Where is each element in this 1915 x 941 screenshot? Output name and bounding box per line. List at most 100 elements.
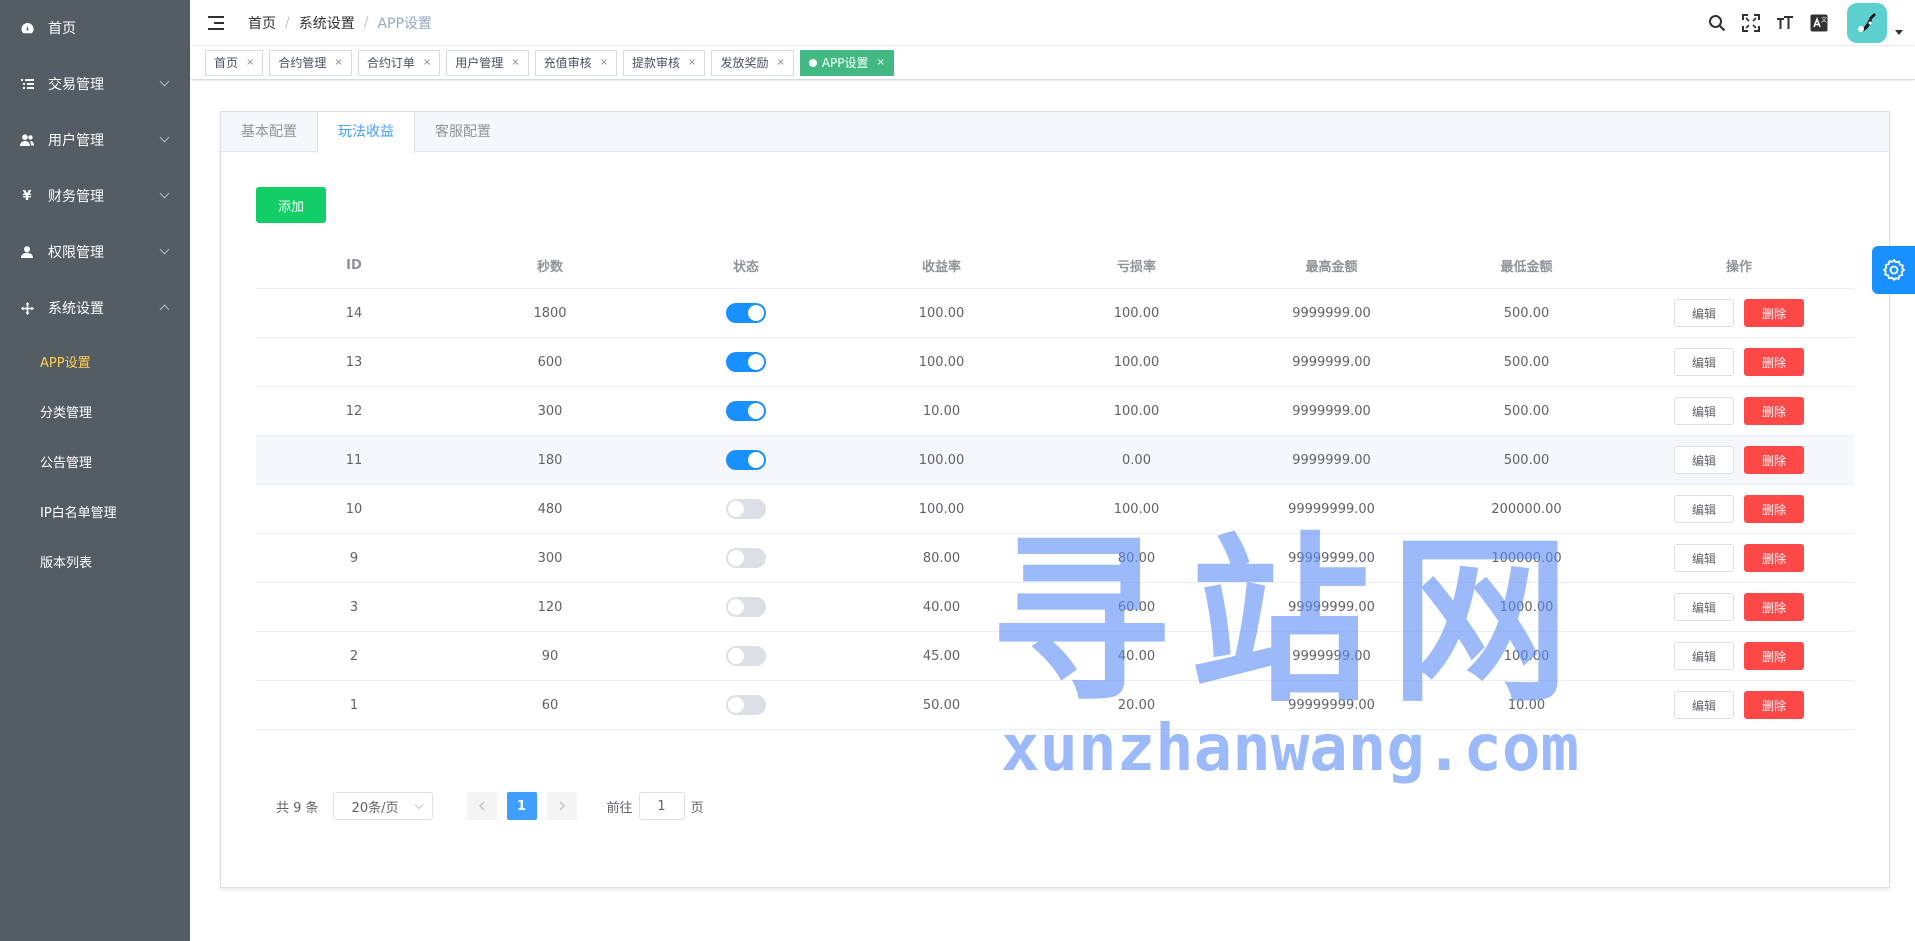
tag-contract-orders[interactable]: 合约订单 × bbox=[357, 49, 441, 76]
search-icon[interactable] bbox=[1707, 13, 1727, 33]
delete-button[interactable]: 删除 bbox=[1744, 495, 1804, 523]
close-icon[interactable]: × bbox=[877, 57, 885, 68]
column-header[interactable]: 操作 bbox=[1624, 256, 1854, 275]
delete-button[interactable]: 删除 bbox=[1744, 593, 1804, 621]
status-switch[interactable] bbox=[726, 499, 766, 519]
close-icon[interactable]: × bbox=[511, 57, 519, 68]
delete-button[interactable]: 删除 bbox=[1744, 446, 1804, 474]
table-body: 14 1800 100.00 100.00 9999999.00 500.00 编辑 删除 13… bbox=[256, 289, 1854, 730]
delete-button[interactable]: 删除 bbox=[1744, 642, 1804, 670]
status-switch[interactable] bbox=[726, 303, 766, 323]
delete-button[interactable]: 删除 bbox=[1744, 348, 1804, 376]
tag-label: 合约订单 bbox=[366, 56, 415, 70]
goto-page-input[interactable] bbox=[638, 792, 685, 820]
sidebar-subitem-app-settings[interactable]: APP设置 bbox=[0, 336, 190, 386]
caret-down-icon[interactable] bbox=[1895, 29, 1903, 35]
tag-contract-manage[interactable]: 合约管理 × bbox=[269, 49, 352, 76]
add-button[interactable]: 添加 bbox=[256, 187, 326, 223]
edit-button[interactable]: 编辑 bbox=[1674, 397, 1734, 425]
status-switch[interactable] bbox=[726, 352, 766, 372]
hamburger-icon[interactable] bbox=[208, 15, 226, 30]
prev-page-button[interactable] bbox=[466, 792, 497, 820]
status-switch[interactable] bbox=[726, 646, 766, 666]
tab-basic-config[interactable]: 基本配置 bbox=[221, 112, 317, 151]
page-size-select[interactable]: 20条/页 bbox=[332, 792, 433, 820]
tag-rewards[interactable]: 发放奖励 × bbox=[711, 49, 794, 76]
sidebar-subitem-category[interactable]: 分类管理 bbox=[0, 386, 190, 436]
column-header[interactable]: 秒数 bbox=[452, 256, 648, 275]
edit-button[interactable]: 编辑 bbox=[1674, 299, 1734, 327]
close-icon[interactable]: × bbox=[246, 57, 254, 68]
column-header[interactable]: 最高金额 bbox=[1234, 256, 1429, 275]
tag-label: 充值审核 bbox=[543, 56, 592, 70]
column-header[interactable]: 收益率 bbox=[844, 256, 1039, 275]
tag-user-manage[interactable]: 用户管理 × bbox=[446, 49, 529, 76]
cell-max-amount: 99999999.00 bbox=[1288, 697, 1375, 713]
sidebar-item-finance[interactable]: ¥ 财务管理 bbox=[0, 168, 190, 224]
cell-seconds: 480 bbox=[537, 501, 563, 517]
edit-button[interactable]: 编辑 bbox=[1674, 495, 1734, 523]
delete-button[interactable]: 删除 bbox=[1744, 691, 1804, 719]
yen-icon: ¥ bbox=[22, 188, 32, 204]
column-header[interactable]: 最低金额 bbox=[1429, 256, 1624, 275]
font-size-icon[interactable] bbox=[1775, 13, 1795, 33]
edit-button[interactable]: 编辑 bbox=[1674, 544, 1734, 572]
sidebar-item-permission[interactable]: 权限管理 bbox=[0, 224, 190, 280]
edit-button[interactable]: 编辑 bbox=[1674, 446, 1734, 474]
breadcrumb-home[interactable]: 首页 bbox=[248, 13, 276, 33]
page-number-current[interactable]: 1 bbox=[506, 792, 537, 820]
fullscreen-icon[interactable] bbox=[1741, 13, 1761, 33]
column-header[interactable]: 亏损率 bbox=[1039, 256, 1234, 275]
status-switch[interactable] bbox=[726, 695, 766, 715]
delete-button[interactable]: 删除 bbox=[1744, 299, 1804, 327]
status-switch[interactable] bbox=[726, 450, 766, 470]
close-icon[interactable]: × bbox=[776, 57, 784, 68]
close-icon[interactable]: × bbox=[688, 57, 696, 68]
status-switch[interactable] bbox=[726, 548, 766, 568]
cell-min-amount: 500.00 bbox=[1503, 305, 1550, 321]
delete-button[interactable]: 删除 bbox=[1744, 397, 1804, 425]
translate-icon[interactable]: 文 bbox=[1809, 13, 1829, 33]
edit-button[interactable]: 编辑 bbox=[1674, 642, 1734, 670]
cell-seconds: 300 bbox=[537, 403, 563, 419]
cell-seconds: 180 bbox=[537, 452, 563, 468]
settings-button[interactable] bbox=[1872, 246, 1915, 294]
delete-button[interactable]: 删除 bbox=[1744, 544, 1804, 572]
chevron-down-icon bbox=[159, 188, 170, 199]
close-icon[interactable]: × bbox=[334, 57, 342, 68]
edit-button[interactable]: 编辑 bbox=[1674, 348, 1734, 376]
avatar[interactable] bbox=[1847, 3, 1887, 43]
tag-app-settings[interactable]: APP设置 × bbox=[799, 49, 894, 76]
sidebar-subitem-notice[interactable]: 公告管理 bbox=[0, 436, 190, 486]
sidebar-subitem-versions[interactable]: 版本列表 bbox=[0, 536, 190, 586]
goto-prefix: 前往 bbox=[606, 800, 633, 816]
close-icon[interactable]: × bbox=[423, 57, 431, 68]
cell-id: 14 bbox=[345, 305, 363, 321]
sidebar-item-home[interactable]: 首页 bbox=[0, 0, 190, 56]
tab-play-profit[interactable]: 玩法收益 bbox=[317, 112, 415, 153]
list-icon bbox=[20, 78, 34, 90]
close-icon[interactable]: × bbox=[600, 57, 608, 68]
edit-button[interactable]: 编辑 bbox=[1674, 691, 1734, 719]
tag-withdraw-review[interactable]: 提款审核 × bbox=[623, 49, 706, 76]
column-header[interactable]: 状态 bbox=[648, 256, 844, 275]
sidebar-subitem-ip-whitelist[interactable]: IP白名单管理 bbox=[0, 486, 190, 536]
switch-knob bbox=[748, 305, 764, 321]
tag-home[interactable]: 首页 × bbox=[205, 49, 264, 76]
switch-knob bbox=[728, 697, 744, 713]
sidebar-item-trade[interactable]: 交易管理 bbox=[0, 56, 190, 112]
sidebar-item-users[interactable]: 用户管理 bbox=[0, 112, 190, 168]
column-header[interactable]: ID bbox=[256, 258, 452, 273]
tag-recharge-review[interactable]: 充值审核 × bbox=[534, 49, 618, 76]
sidebar-item-system[interactable]: 系统设置 bbox=[0, 280, 190, 336]
cell-seconds: 300 bbox=[537, 550, 563, 566]
sidebar-item-label: 权限管理 bbox=[48, 245, 104, 261]
edit-button[interactable]: 编辑 bbox=[1674, 593, 1734, 621]
tab-service-config[interactable]: 客服配置 bbox=[415, 112, 511, 151]
status-switch[interactable] bbox=[726, 401, 766, 421]
next-page-button[interactable] bbox=[546, 792, 577, 820]
cell-actions: 编辑 删除 bbox=[1624, 691, 1854, 719]
status-switch[interactable] bbox=[726, 597, 766, 617]
move-icon bbox=[20, 301, 34, 315]
breadcrumb-system[interactable]: 系统设置 bbox=[299, 13, 355, 33]
